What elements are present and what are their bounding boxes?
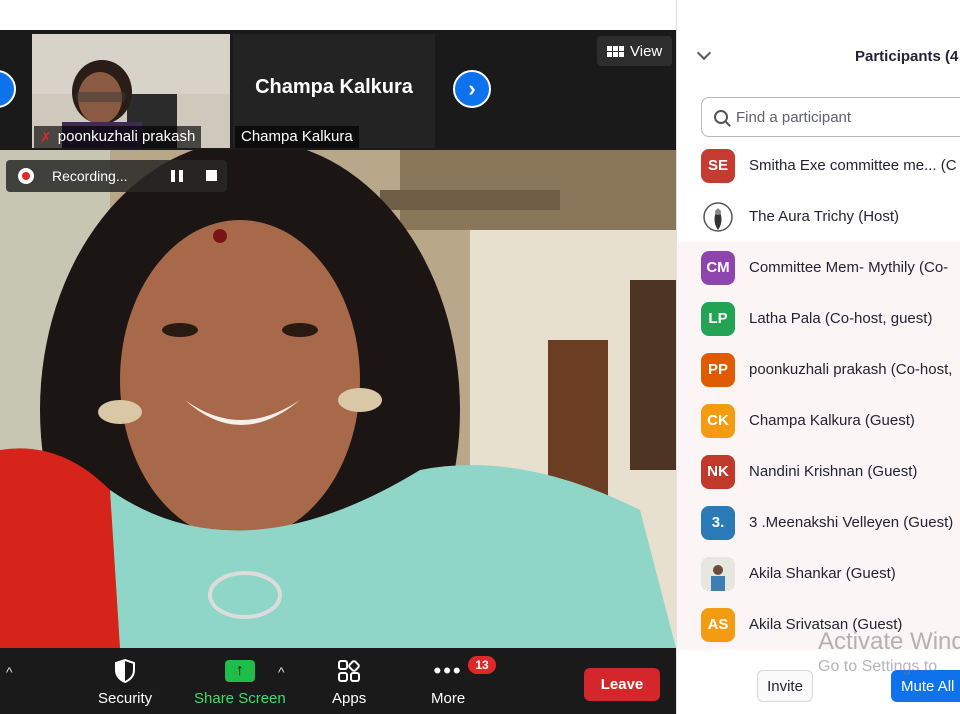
participant-name: Committee Mem- Mythily (Co-: [749, 259, 949, 276]
next-page-button[interactable]: ›: [453, 70, 491, 108]
avatar: CM: [701, 250, 735, 285]
participant-row[interactable]: NK Nandini Krishnan (Guest): [677, 446, 960, 497]
tile-name-label: ✗ poonkuzhali prakash: [34, 126, 202, 148]
user-photo-icon: [701, 556, 735, 591]
search-placeholder: Find a participant: [736, 108, 852, 126]
share-screen-icon: ↑: [224, 658, 255, 684]
participant-row[interactable]: PP poonkuzhali prakash (Co-host,: [677, 344, 960, 395]
zoom-window: › ✗ poonkuzhali prakash Champa Kalku: [0, 0, 960, 714]
meeting-area: › ✗ poonkuzhali prakash Champa Kalku: [0, 30, 676, 648]
top-strip: [0, 0, 676, 30]
participant-name: Nandini Krishnan (Guest): [749, 463, 918, 480]
tile-name-label: Champa Kalkura: [235, 126, 359, 148]
invite-button[interactable]: Invite: [757, 670, 813, 702]
participant-row[interactable]: AS Akila Srivatsan (Guest): [677, 599, 960, 650]
view-button[interactable]: View: [597, 36, 673, 66]
record-icon: [18, 168, 34, 184]
caret-up-icon[interactable]: ^: [6, 664, 13, 680]
security-button[interactable]: Security: [98, 658, 152, 707]
prev-page-button[interactable]: ›: [0, 70, 16, 108]
mute-all-button[interactable]: Mute All: [891, 670, 960, 702]
tile-name-text: Champa Kalkura: [241, 128, 353, 145]
participant-row[interactable]: Akila Shankar (Guest): [677, 548, 960, 599]
participant-row[interactable]: The Aura Trichy (Host): [677, 191, 960, 242]
avatar: [701, 199, 735, 234]
participant-search-input[interactable]: Find a participant: [701, 97, 960, 137]
peacock-logo-icon: [703, 201, 733, 232]
participant-name: The Aura Trichy (Host): [749, 208, 900, 225]
leave-button[interactable]: Leave: [584, 668, 660, 701]
participant-name: Akila Srivatsan (Guest): [749, 616, 903, 633]
participant-row[interactable]: LP Latha Pala (Co-host, guest): [677, 293, 960, 344]
grid-view-icon: [607, 45, 624, 57]
avatar: [701, 556, 735, 591]
avatar: PP: [701, 352, 735, 387]
share-screen-label: Share Screen: [194, 690, 286, 707]
share-options-caret-icon[interactable]: ^: [278, 664, 285, 680]
tile-name-text: poonkuzhali prakash: [57, 128, 196, 145]
avatar: SE: [701, 148, 735, 183]
view-label: View: [630, 42, 663, 60]
video-tile-champa[interactable]: Champa Kalkura Champa Kalkura: [233, 34, 435, 148]
more-label: More: [431, 690, 466, 707]
apps-icon: [336, 658, 362, 684]
participant-row[interactable]: CK Champa Kalkura (Guest): [677, 395, 960, 446]
share-screen-button[interactable]: ↑ Share Screen: [194, 658, 286, 707]
avatar: LP: [701, 301, 735, 336]
avatar: NK: [701, 454, 735, 489]
more-button[interactable]: ••• More: [431, 658, 465, 707]
participants-panel: Participants (4 Find a participant SE Sm…: [676, 0, 960, 714]
avatar: CK: [701, 403, 735, 438]
shield-icon: [113, 658, 137, 684]
participant-name: Akila Shankar (Guest): [749, 565, 896, 582]
more-dots-icon: •••: [433, 658, 463, 683]
participant-name: Smitha Exe committee me... (C: [749, 157, 957, 174]
recording-label: Recording...: [52, 168, 128, 184]
avatar: 3.: [701, 505, 735, 540]
participant-name: Champa Kalkura (Guest): [749, 412, 915, 429]
panel-title: Participants (4: [855, 48, 959, 65]
participant-name: 3 .Meenakshi Velleyen (Guest): [749, 514, 954, 531]
speaker-video-frame: [0, 150, 676, 648]
recording-indicator: Recording...: [6, 160, 227, 192]
apps-button[interactable]: Apps: [332, 658, 366, 707]
security-label: Security: [98, 690, 153, 707]
pause-recording-icon[interactable]: [171, 170, 183, 182]
tile-avatar-name: Champa Kalkura: [255, 76, 413, 98]
search-icon: [714, 110, 728, 124]
avatar: AS: [701, 607, 735, 642]
notification-badge: 13: [468, 656, 496, 674]
participant-row[interactable]: SE Smitha Exe committee me... (C: [677, 140, 960, 191]
panel-footer: Invite Mute All: [677, 650, 960, 714]
participant-row[interactable]: 3. 3 .Meenakshi Velleyen (Guest): [677, 497, 960, 548]
chevron-down-icon[interactable]: [696, 45, 712, 61]
active-speaker-video: Recording...: [0, 150, 676, 648]
video-tile-poonkuzhali[interactable]: ✗ poonkuzhali prakash: [32, 34, 230, 148]
participant-row[interactable]: CM Committee Mem- Mythily (Co-: [677, 242, 960, 293]
panel-header: Participants (4: [677, 40, 960, 76]
participant-name: poonkuzhali prakash (Co-host,: [749, 361, 953, 378]
stop-recording-icon[interactable]: [206, 170, 217, 181]
apps-label: Apps: [332, 690, 367, 707]
thumbnail-strip: › ✗ poonkuzhali prakash Champa Kalku: [0, 30, 676, 150]
meeting-toolbar: ^ Security ↑ Share Screen ^ Apps ••• Mor…: [0, 648, 676, 714]
mic-off-icon: ✗: [40, 129, 52, 145]
participant-name: Latha Pala (Co-host, guest): [749, 310, 933, 327]
